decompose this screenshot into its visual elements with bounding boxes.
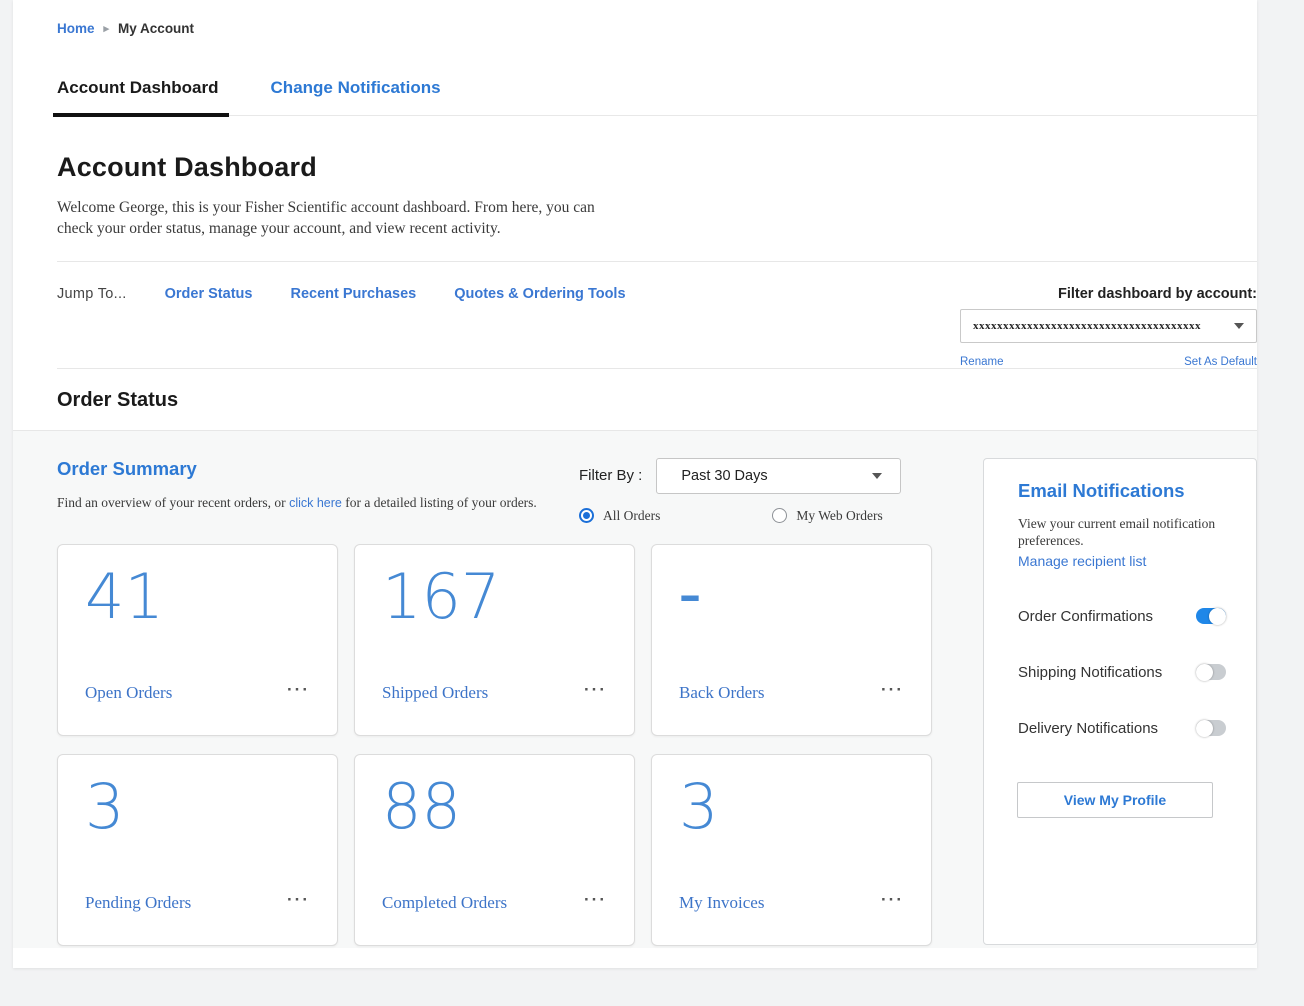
card-menu-icon[interactable]: ···: [584, 896, 607, 911]
chevron-down-icon: [872, 473, 882, 479]
card-menu-icon[interactable]: ···: [287, 896, 310, 911]
orders-filter-group: Filter By : Past 30 Days All Orders: [579, 458, 932, 544]
tab-bar: Account Dashboard Change Notifications: [57, 70, 1257, 116]
breadcrumb-chevron-icon: ▸: [104, 22, 110, 35]
card-value: 3: [85, 771, 310, 842]
radio-icon: [579, 508, 594, 523]
card-menu-icon[interactable]: ···: [881, 686, 904, 701]
card-back-orders: – Back Orders ···: [651, 544, 932, 736]
card-open-orders: 41 Open Orders ···: [57, 544, 338, 736]
card-menu-icon[interactable]: ···: [287, 686, 310, 701]
order-summary-header: Order Summary Find an overview of your r…: [57, 458, 932, 544]
page-container: Home ▸ My Account Account Dashboard Chan…: [13, 0, 1257, 968]
jump-to-label: Jump To...: [57, 286, 127, 302]
delivery-notifications-toggle[interactable]: [1196, 720, 1226, 736]
my-invoices-link[interactable]: My Invoices: [679, 893, 764, 913]
email-notifications-heading: Email Notifications: [1018, 480, 1226, 502]
breadcrumb: Home ▸ My Account: [57, 0, 1257, 36]
order-summary-intro: Order Summary Find an overview of your r…: [57, 458, 537, 544]
order-summary-heading: Order Summary: [57, 458, 537, 480]
shipping-notifications-label: Shipping Notifications: [1018, 664, 1162, 681]
card-pending-orders: 3 Pending Orders ···: [57, 754, 338, 946]
order-status-section: Order Summary Find an overview of your r…: [13, 430, 1257, 948]
email-notifications-description: View your current email notification pre…: [1018, 515, 1218, 550]
card-menu-icon[interactable]: ···: [584, 686, 607, 701]
account-select[interactable]: xxxxxxxxxxxxxxxxxxxxxxxxxxxxxxxxxxxxxx: [960, 309, 1257, 343]
summary-text-before: Find an overview of your recent orders, …: [57, 495, 289, 510]
toggle-knob: [1209, 608, 1226, 625]
card-shipped-orders: 167 Shipped Orders ···: [354, 544, 635, 736]
back-orders-link[interactable]: Back Orders: [679, 683, 764, 703]
open-orders-link[interactable]: Open Orders: [85, 683, 172, 703]
card-value: 167: [382, 561, 607, 632]
card-value: 41: [85, 561, 310, 632]
date-range-select[interactable]: Past 30 Days: [656, 458, 901, 494]
order-confirmations-toggle[interactable]: [1196, 608, 1226, 624]
tab-change-notifications[interactable]: Change Notifications: [271, 70, 441, 115]
card-menu-icon[interactable]: ···: [881, 896, 904, 911]
delivery-notifications-label: Delivery Notifications: [1018, 720, 1158, 737]
card-value: 3: [679, 771, 904, 842]
tab-account-dashboard[interactable]: Account Dashboard: [57, 70, 219, 115]
radio-icon: [772, 508, 787, 523]
breadcrumb-home-link[interactable]: Home: [57, 21, 95, 36]
radio-my-web-orders-label: My Web Orders: [796, 508, 882, 524]
shipped-orders-link[interactable]: Shipped Orders: [382, 683, 488, 703]
radio-all-orders[interactable]: All Orders: [579, 508, 660, 524]
toggle-knob: [1196, 664, 1213, 681]
date-range-value: Past 30 Days: [681, 468, 767, 484]
filter-by-row: Filter By : Past 30 Days: [579, 458, 932, 494]
card-value: –: [679, 561, 904, 631]
account-links: Rename Set As Default: [960, 356, 1257, 368]
card-value: 88: [382, 771, 607, 842]
manage-recipient-list-link[interactable]: Manage recipient list: [1018, 553, 1226, 569]
account-select-value: xxxxxxxxxxxxxxxxxxxxxxxxxxxxxxxxxxxxxx: [973, 320, 1201, 332]
radio-all-orders-label: All Orders: [603, 508, 660, 524]
radio-my-web-orders[interactable]: My Web Orders: [772, 508, 882, 524]
order-summary-text: Find an overview of your recent orders, …: [57, 495, 537, 511]
toggle-knob: [1196, 720, 1213, 737]
order-summary-column: Order Summary Find an overview of your r…: [57, 458, 932, 948]
email-notifications-panel: Email Notifications View your current em…: [983, 458, 1257, 945]
filter-by-label: Filter By :: [579, 467, 642, 484]
order-status-heading: Order Status: [57, 369, 1257, 430]
order-type-radios: All Orders My Web Orders: [579, 508, 932, 524]
jump-link-order-status[interactable]: Order Status: [165, 286, 253, 302]
toggle-row-delivery-notifications: Delivery Notifications: [1018, 720, 1226, 737]
welcome-text: Welcome George, this is your Fisher Scie…: [57, 198, 617, 240]
jump-filter-row: Jump To... Order Status Recent Purchases…: [57, 262, 1257, 368]
order-cards-grid: 41 Open Orders ··· 167 Shipped Orders ··…: [57, 544, 932, 946]
page-title: Account Dashboard: [57, 152, 1257, 183]
completed-orders-link[interactable]: Completed Orders: [382, 893, 507, 913]
account-filter: Filter dashboard by account: xxxxxxxxxxx…: [960, 286, 1257, 368]
set-as-default-link[interactable]: Set As Default: [1184, 356, 1257, 368]
toggle-row-order-confirmations: Order Confirmations: [1018, 608, 1226, 625]
order-confirmations-label: Order Confirmations: [1018, 608, 1153, 625]
account-filter-label: Filter dashboard by account:: [960, 286, 1257, 302]
jump-to-nav: Jump To... Order Status Recent Purchases…: [57, 286, 626, 302]
pending-orders-link[interactable]: Pending Orders: [85, 893, 191, 913]
breadcrumb-current: My Account: [118, 21, 194, 36]
card-completed-orders: 88 Completed Orders ···: [354, 754, 635, 946]
view-my-profile-button[interactable]: View My Profile: [1017, 782, 1213, 818]
click-here-link[interactable]: click here: [289, 496, 342, 510]
shipping-notifications-toggle[interactable]: [1196, 664, 1226, 680]
toggle-row-shipping-notifications: Shipping Notifications: [1018, 664, 1226, 681]
jump-link-quotes-ordering-tools[interactable]: Quotes & Ordering Tools: [454, 286, 625, 302]
summary-text-after: for a detailed listing of your orders.: [342, 495, 537, 510]
chevron-down-icon: [1234, 323, 1244, 329]
rename-link[interactable]: Rename: [960, 356, 1003, 368]
jump-link-recent-purchases[interactable]: Recent Purchases: [290, 286, 416, 302]
card-my-invoices: 3 My Invoices ···: [651, 754, 932, 946]
